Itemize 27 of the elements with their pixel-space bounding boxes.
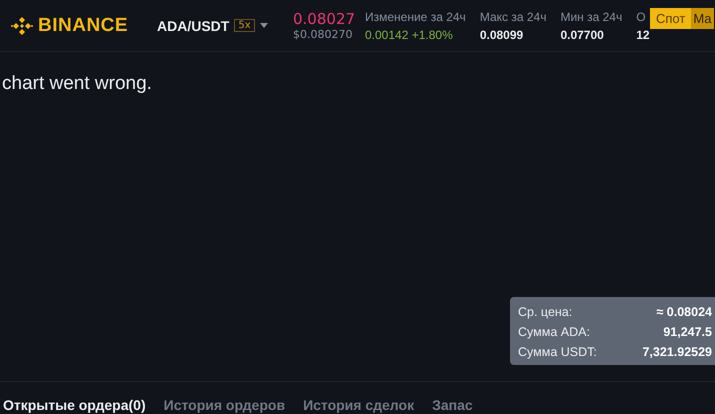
tooltip-value: ≈ 0.08024 <box>656 305 712 319</box>
tooltip-value: 7,321.92529 <box>642 345 712 359</box>
pair-name[interactable]: ADA/USDT <box>157 18 230 34</box>
tooltip-label: Ср. цена: <box>518 305 572 319</box>
tooltip-label: Сумма USDT: <box>518 345 597 359</box>
stat-value: 0.08099 <box>480 28 524 42</box>
stat-label: Мин за 24ч <box>560 10 622 24</box>
spot-badge[interactable]: Спот <box>650 8 692 29</box>
last-price: 0.08027 <box>293 10 356 28</box>
tab[interactable]: История сделок <box>303 397 414 413</box>
stat-label: О <box>636 10 647 24</box>
error-message: chart went wrong. <box>2 73 153 95</box>
caret-icon[interactable] <box>260 23 268 28</box>
logo-text: BINANCE <box>38 14 128 36</box>
tab[interactable]: Открытые ордера(0) <box>3 397 146 413</box>
tooltip-label: Сумма ADA: <box>518 325 590 339</box>
stat-value: 12 <box>636 28 650 42</box>
stat-label: Изменение за 24ч <box>365 10 466 24</box>
price-usd: $0.080270 <box>293 28 354 41</box>
tooltip-value: 91,247.5 <box>663 325 712 339</box>
margin-badge[interactable]: Ма <box>691 8 714 29</box>
stat-value: 0.00142 +1.80% <box>365 28 454 42</box>
tab[interactable]: Запас <box>432 397 473 413</box>
tab[interactable]: История ордеров <box>164 397 286 413</box>
stat-label: Макс за 24ч <box>480 10 546 24</box>
leverage-tag: 5x <box>234 19 255 32</box>
stat-value: 0.07700 <box>560 28 605 42</box>
